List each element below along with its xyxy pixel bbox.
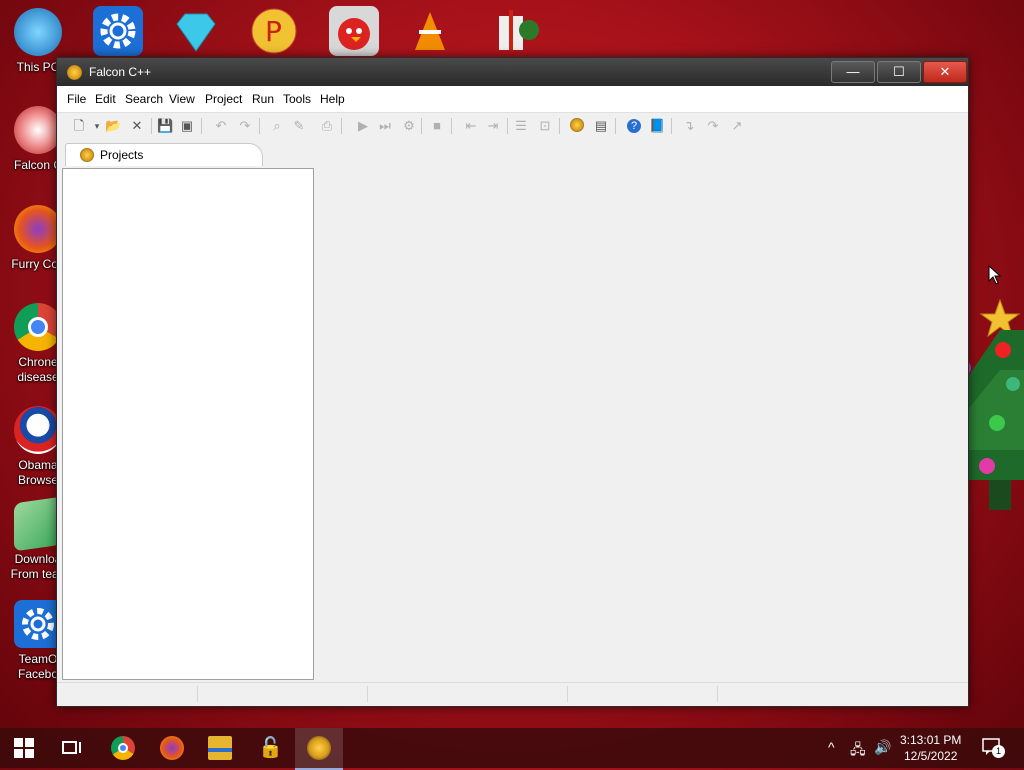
properties-icon[interactable]: ⊡ <box>537 118 553 134</box>
window-title: Falcon C++ <box>89 65 152 79</box>
menu-help[interactable]: Help <box>320 92 345 106</box>
p-app-icon[interactable]: P <box>249 6 299 56</box>
menu-run[interactable]: Run <box>252 92 274 106</box>
file-explorer-icon[interactable] <box>208 736 232 760</box>
indent-right-icon[interactable]: ⇥ <box>485 118 501 134</box>
menu-project[interactable]: Project <box>205 92 242 106</box>
menu-file[interactable]: File <box>67 92 86 106</box>
falcon-cpp-icon <box>14 106 62 154</box>
undo-icon[interactable]: ↶ <box>213 118 229 134</box>
editor-area <box>319 168 964 678</box>
tab-projects[interactable]: Projects <box>65 143 263 166</box>
menu-tools[interactable]: Tools <box>283 92 311 106</box>
firefox-icon <box>14 205 62 253</box>
status-divider <box>717 686 718 702</box>
chrome-taskbar-icon[interactable] <box>111 736 135 760</box>
redo-icon[interactable]: ↷ <box>237 118 253 134</box>
find-icon[interactable]: ⌕ <box>269 118 285 134</box>
book-icon[interactable]: 📘 <box>649 118 665 134</box>
falcon-cpp-window: Falcon C++ — ☐ ✕ File Edit Search View P… <box>56 57 969 707</box>
status-divider <box>367 686 368 702</box>
notifications-button[interactable]: 1 <box>982 738 1005 758</box>
run-icon[interactable]: ▶ <box>355 118 371 134</box>
toolbar-separator <box>451 118 452 134</box>
falcon-icon <box>80 148 94 162</box>
taskbar: 🔓 ^ 🖧 🔊 3:13:01 PM 12/5/2022 1 <box>0 728 1024 770</box>
obama-browser-icon <box>14 406 62 454</box>
toolbar-separator <box>151 118 152 134</box>
volume-icon[interactable]: 🔊 <box>874 739 891 756</box>
this-pc-icon <box>14 8 62 56</box>
debug-step-out-icon[interactable]: ↗ <box>729 118 745 134</box>
maximize-button[interactable]: ☐ <box>877 61 921 83</box>
title-bar[interactable]: Falcon C++ — ☐ ✕ <box>57 58 968 86</box>
close-button[interactable]: ✕ <box>923 61 967 83</box>
print-icon[interactable]: ⎙ <box>319 118 335 134</box>
falcon-app-icon <box>67 65 82 80</box>
mouse-cursor-icon <box>988 265 1002 285</box>
help-icon[interactable]: ? <box>627 119 641 133</box>
gear-icon <box>14 600 62 648</box>
toolbar-separator <box>559 118 560 134</box>
toolbar: 🗋 ▾ 📂 ✕ 💾 ▣ ↶ ↷ ⌕ ✎ ⎙ ▶ ⏭ ⚙ ■ ⇤ ⇥ ☰ ⊡ ▤ … <box>57 113 968 139</box>
status-divider <box>197 686 198 702</box>
open-folder-icon[interactable]: 📂 <box>105 118 121 134</box>
new-file-icon[interactable]: 🗋 <box>71 118 87 134</box>
save-icon[interactable]: 💾 <box>157 118 173 134</box>
indent-left-icon[interactable]: ⇤ <box>463 118 479 134</box>
firefox-taskbar-icon[interactable] <box>160 736 184 760</box>
start-windows-icon[interactable] <box>12 736 36 760</box>
toolbar-separator <box>615 118 616 134</box>
stop-icon[interactable]: ■ <box>429 118 445 134</box>
minimize-button[interactable]: — <box>831 61 875 83</box>
replace-icon[interactable]: ✎ <box>291 118 307 134</box>
download-icon <box>14 496 62 552</box>
toolbar-separator <box>671 118 672 134</box>
clock[interactable]: 3:13:01 PM 12/5/2022 <box>900 732 961 764</box>
svg-text:P: P <box>265 15 282 48</box>
toolbar-separator <box>259 118 260 134</box>
tab-projects-label: Projects <box>100 148 144 162</box>
notification-count: 1 <box>992 745 1005 758</box>
chevron-up-icon[interactable]: ^ <box>828 739 835 755</box>
status-bar <box>57 682 968 705</box>
projects-panel[interactable] <box>62 168 314 680</box>
packages-icon[interactable]: ▤ <box>593 118 609 134</box>
save-all-icon[interactable]: ▣ <box>179 118 195 134</box>
toolbar-separator <box>341 118 342 134</box>
list-icon[interactable]: ☰ <box>513 118 529 134</box>
clock-date: 12/5/2022 <box>903 749 958 763</box>
angry-birds-icon[interactable] <box>329 6 379 56</box>
network-icon[interactable]: 🖧 <box>850 739 866 763</box>
new-dropdown-arrow-icon[interactable]: ▾ <box>89 118 105 134</box>
diamond-icon[interactable] <box>171 6 221 56</box>
gift-decoration-icon <box>485 6 539 56</box>
toolbar-separator <box>421 118 422 134</box>
falcon-taskbar-icon <box>307 736 331 760</box>
menu-search[interactable]: Search <box>125 92 163 106</box>
menu-bar: File Edit Search View Project Run Tools … <box>57 86 968 113</box>
toolbar-separator <box>507 118 508 134</box>
toolbar-separator <box>201 118 202 134</box>
task-view-icon[interactable] <box>60 736 84 760</box>
chrome-icon <box>14 303 62 351</box>
step-icon[interactable]: ⏭ <box>377 118 393 134</box>
menu-view[interactable]: View <box>169 92 195 106</box>
settings-gear-icon[interactable] <box>93 6 143 56</box>
lock-app-icon[interactable]: 🔓 <box>258 736 283 760</box>
falcon-toolbar-icon[interactable] <box>569 118 585 134</box>
build-gear-icon[interactable]: ⚙ <box>401 118 417 134</box>
status-divider <box>567 686 568 702</box>
clock-time: 3:13:01 PM <box>900 733 962 747</box>
debug-step-over-icon[interactable]: ↷ <box>705 118 721 134</box>
falcon-taskbar-button[interactable] <box>295 728 343 770</box>
close-file-icon[interactable]: ✕ <box>129 118 145 134</box>
debug-step-into-icon[interactable]: ↴ <box>681 118 697 134</box>
vlc-icon[interactable] <box>405 6 455 56</box>
menu-edit[interactable]: Edit <box>95 92 116 106</box>
